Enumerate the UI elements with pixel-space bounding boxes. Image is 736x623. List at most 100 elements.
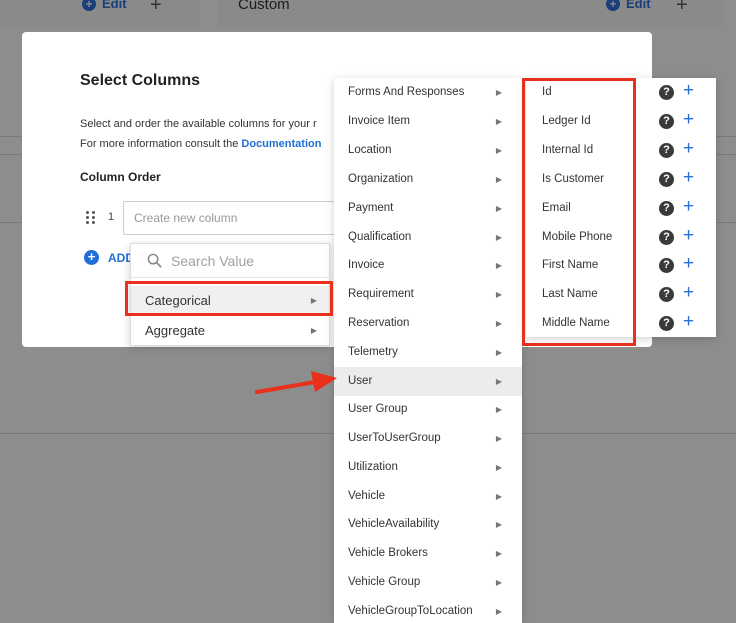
entity-item-user-to-user-group[interactable]: UserToUserGroup ▶ (334, 424, 522, 453)
entity-label: Location (348, 144, 392, 156)
plus-icon[interactable]: + (683, 197, 694, 217)
entity-label: Qualification (348, 231, 412, 243)
entity-label: Forms And Responses (348, 86, 465, 98)
plus-circle-icon: + (84, 250, 99, 265)
background-edit-link: + Edit (82, 0, 127, 11)
plus-icon: + (676, 0, 688, 16)
background-custom-label: Custom (238, 0, 290, 13)
entity-label: UserToUserGroup (348, 432, 441, 444)
entity-item-utilization[interactable]: Utilization ▶ (334, 453, 522, 482)
chevron-right-icon: ▶ (495, 405, 502, 414)
entity-item-qualification[interactable]: Qualification ▶ (334, 223, 522, 252)
entity-label: Invoice Item (348, 115, 410, 127)
entity-label: Vehicle Brokers (348, 547, 428, 559)
dropdown-item-label: Aggregate (145, 323, 205, 338)
entity-label: Vehicle Group (348, 576, 421, 588)
chevron-right-icon: ▶ (495, 463, 502, 472)
chevron-right-icon: ▶ (495, 261, 502, 270)
search-value-input[interactable] (171, 251, 321, 271)
entity-item-payment[interactable]: Payment ▶ (334, 194, 522, 223)
search-icon (147, 253, 162, 268)
plus-icon[interactable]: + (683, 283, 694, 303)
question-circle-icon[interactable]: ? (659, 114, 674, 129)
plus-icon[interactable]: + (683, 110, 694, 130)
highlight-box-fields (522, 78, 636, 346)
entity-label: Telemetry (348, 346, 398, 358)
new-column-input[interactable] (123, 201, 355, 235)
search-row (131, 244, 329, 278)
drag-handle-icon[interactable] (86, 211, 96, 225)
entity-item-user-group[interactable]: User Group ▶ (334, 395, 522, 424)
entity-item-vehicle-availability[interactable]: VehicleAvailability ▶ (334, 510, 522, 539)
chevron-right-icon: ▶ (495, 117, 502, 126)
entity-label: Requirement (348, 288, 414, 300)
documentation-link[interactable]: Documentation (241, 138, 321, 150)
plus-circle-icon: + (606, 0, 620, 11)
question-circle-icon[interactable]: ? (659, 316, 674, 331)
modal-docs-line: For more information consult the Documen… (80, 138, 321, 150)
plus-icon[interactable]: + (683, 139, 694, 159)
chevron-right-icon: ▶ (495, 290, 502, 299)
chevron-right-icon: ▶ (310, 326, 317, 335)
entity-label: User (348, 375, 373, 387)
plus-icon[interactable]: + (683, 81, 694, 101)
chevron-right-icon: ▶ (495, 377, 502, 386)
highlight-box-categorical (125, 281, 333, 316)
plus-icon[interactable]: + (683, 254, 694, 274)
question-circle-icon[interactable]: ? (659, 258, 674, 273)
background-edit-link-right: + Edit (606, 0, 651, 11)
chevron-right-icon: ▶ (495, 492, 502, 501)
column-order-heading: Column Order (80, 170, 161, 184)
chevron-right-icon: ▶ (495, 204, 502, 213)
question-circle-icon[interactable]: ? (659, 230, 674, 245)
modal-description: Select and order the available columns f… (80, 118, 317, 130)
modal-title: Select Columns (80, 72, 201, 89)
chevron-right-icon: ▶ (495, 146, 502, 155)
question-circle-icon[interactable]: ? (659, 287, 674, 302)
chevron-right-icon: ▶ (495, 520, 502, 529)
question-circle-icon[interactable]: ? (659, 85, 674, 100)
question-circle-icon[interactable]: ? (659, 201, 674, 216)
entity-item-vehicle-group[interactable]: Vehicle Group ▶ (334, 568, 522, 597)
entity-item-vehicle[interactable]: Vehicle ▶ (334, 482, 522, 511)
red-arrow-icon (255, 371, 337, 394)
plus-icon[interactable]: + (683, 312, 694, 332)
plus-icon[interactable]: + (683, 168, 694, 188)
entity-item-user[interactable]: User ▶ (334, 367, 522, 396)
chevron-right-icon: ▶ (495, 578, 502, 587)
entity-item-organization[interactable]: Organization ▶ (334, 165, 522, 194)
entity-item-vehicle-brokers[interactable]: Vehicle Brokers ▶ (334, 539, 522, 568)
entity-item-forms-and-responses[interactable]: Forms And Responses ▶ (334, 78, 522, 107)
entity-dropdown: Forms And Responses ▶ Invoice Item ▶ Locat… (334, 78, 522, 623)
chevron-right-icon: ▶ (495, 348, 502, 357)
chevron-right-icon: ▶ (495, 88, 502, 97)
chevron-right-icon: ▶ (495, 549, 502, 558)
entity-item-invoice[interactable]: Invoice ▶ (334, 251, 522, 280)
plus-icon[interactable]: + (683, 226, 694, 246)
question-circle-icon[interactable]: ? (659, 172, 674, 187)
entity-item-location[interactable]: Location ▶ (334, 136, 522, 165)
entity-label: Utilization (348, 461, 398, 473)
entity-item-invoice-item[interactable]: Invoice Item ▶ (334, 107, 522, 136)
entity-item-vehicle-group-to-location[interactable]: VehicleGroupToLocation ▶ (334, 597, 522, 623)
chevron-right-icon: ▶ (495, 175, 502, 184)
entity-label: VehicleAvailability (348, 518, 440, 530)
entity-item-telemetry[interactable]: Telemetry ▶ (334, 338, 522, 367)
chevron-right-icon: ▶ (495, 319, 502, 328)
chevron-right-icon: ▶ (495, 233, 502, 242)
entity-label: User Group (348, 403, 408, 415)
plus-circle-icon: + (82, 0, 96, 11)
background-card-left: + Edit + (0, 0, 200, 28)
entity-label: VehicleGroupToLocation (348, 605, 473, 617)
chevron-right-icon: ▶ (495, 434, 502, 443)
dropdown-item-aggregate[interactable]: Aggregate ▶ (131, 316, 329, 345)
entity-label: Vehicle (348, 490, 386, 502)
entity-label: Payment (348, 202, 394, 214)
question-circle-icon[interactable]: ? (659, 143, 674, 158)
chevron-right-icon: ▶ (495, 607, 502, 616)
column-row-number: 1 (108, 211, 115, 223)
entity-label: Invoice (348, 259, 385, 271)
add-column-button[interactable]: + ADD (84, 250, 134, 265)
entity-item-reservation[interactable]: Reservation ▶ (334, 309, 522, 338)
entity-item-requirement[interactable]: Requirement ▶ (334, 280, 522, 309)
